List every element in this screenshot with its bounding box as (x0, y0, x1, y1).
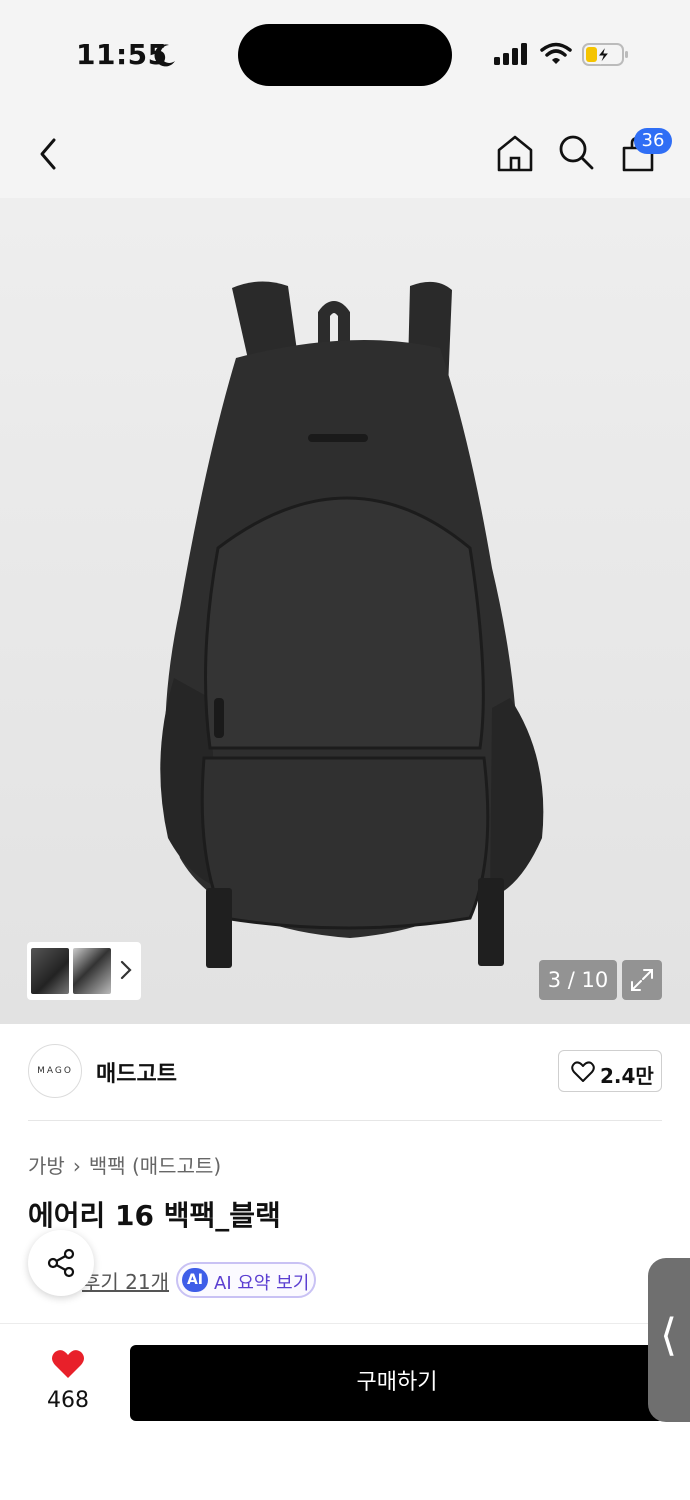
heart-outline-icon (571, 1061, 595, 1082)
buy-button[interactable]: 구매하기 (130, 1345, 664, 1421)
moon-icon (154, 44, 175, 67)
ai-summary-label: AI 요약 보기 (214, 1273, 310, 1294)
status-bar: 11:55 (0, 0, 690, 110)
battery-charging-icon (582, 43, 628, 66)
brand-name[interactable]: 매드고트 (96, 1056, 177, 1088)
wishlist-count: 468 (47, 1388, 89, 1413)
reviews-link[interactable]: 후기 21개 (82, 1266, 169, 1295)
backpack-product-image (160, 281, 544, 968)
breadcrumb-item[interactable]: 가방 (28, 1154, 65, 1178)
share-icon (47, 1248, 75, 1278)
dynamic-island (238, 24, 452, 86)
product-gallery[interactable]: 3 / 10 (0, 198, 690, 1024)
search-icon[interactable] (556, 132, 596, 172)
side-panel-tab[interactable]: ⟨ (648, 1258, 690, 1422)
breadcrumb-item[interactable]: 백팩 (매드고트) (89, 1154, 221, 1178)
breadcrumb-separator: › (72, 1154, 81, 1178)
cellular-signal-icon (494, 43, 527, 65)
thumbnail-image[interactable] (31, 948, 69, 994)
bottom-bar-divider (0, 1323, 690, 1324)
brand-like-button[interactable]: 2.4만 (558, 1050, 662, 1092)
thumbnail-image[interactable] (73, 948, 111, 994)
side-tab-glyph: ⟨ (660, 1310, 678, 1361)
ai-badge-icon: AI (182, 1268, 208, 1292)
top-navigation (0, 110, 690, 198)
wifi-icon (540, 42, 572, 64)
share-button[interactable] (28, 1230, 94, 1296)
heart-filled-icon (52, 1350, 84, 1378)
brand-like-count: 2.4만 (600, 1064, 654, 1088)
expand-icon[interactable] (622, 960, 662, 1000)
brand-logo[interactable]: MAGO (28, 1044, 82, 1098)
image-page-counter: 3 / 10 (539, 960, 617, 1000)
divider (28, 1120, 662, 1121)
ai-summary-button[interactable]: AI AI 요약 보기 (176, 1262, 316, 1298)
thumbnail-strip[interactable] (27, 942, 141, 1000)
home-icon[interactable] (494, 132, 536, 174)
back-icon[interactable] (32, 134, 66, 174)
breadcrumb: 가방 › 백팩 (매드고트) (28, 1150, 221, 1179)
chevron-right-icon[interactable] (119, 958, 133, 982)
product-title: 에어리 16 백팩_블랙 (28, 1199, 281, 1232)
wishlist-button[interactable]: 468 (30, 1348, 106, 1418)
cart-count-badge: 36 (634, 128, 672, 154)
